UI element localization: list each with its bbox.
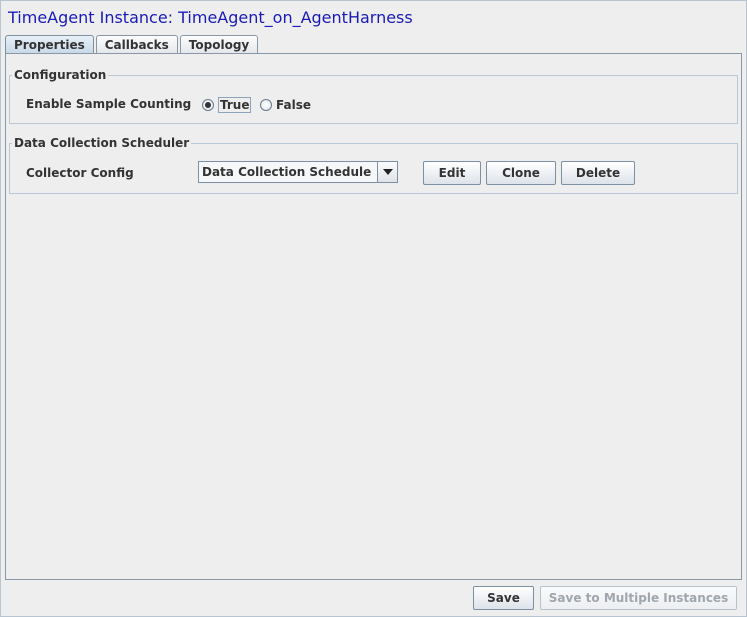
configuration-group: Configuration: [9, 68, 738, 124]
radio-unselected-icon[interactable]: [260, 99, 272, 111]
radio-false[interactable]: False: [260, 97, 311, 113]
delete-button[interactable]: Delete: [561, 161, 635, 185]
edit-button[interactable]: Edit: [423, 161, 481, 185]
sample-counting-label: Enable Sample Counting: [26, 97, 192, 111]
collector-config-label: Collector Config: [26, 166, 134, 180]
chevron-down-icon: [382, 169, 393, 175]
tab-topology[interactable]: Topology: [179, 35, 259, 54]
clone-button[interactable]: Clone: [486, 161, 556, 185]
tab-bar: Properties Callbacks Topology: [5, 35, 260, 54]
collector-config-value[interactable]: Data Collection Schedule: [199, 162, 377, 182]
radio-true-label[interactable]: True: [218, 97, 252, 113]
radio-false-label[interactable]: False: [276, 98, 311, 112]
save-multiple-button[interactable]: Save to Multiple Instances: [540, 586, 737, 610]
window-title: TimeAgent Instance: TimeAgent_on_AgentHa…: [8, 8, 413, 27]
save-button[interactable]: Save: [473, 586, 534, 610]
configuration-legend: Configuration: [14, 68, 107, 82]
tab-callbacks[interactable]: Callbacks: [95, 35, 178, 54]
radio-true[interactable]: True: [202, 97, 252, 113]
radio-selected-icon[interactable]: [202, 99, 214, 111]
dropdown-arrow-button[interactable]: [377, 162, 397, 182]
collector-config-select[interactable]: Data Collection Schedule: [198, 161, 398, 183]
tab-properties[interactable]: Properties: [5, 35, 94, 54]
scheduler-legend: Data Collection Scheduler: [14, 136, 190, 150]
properties-panel: Configuration Enable Sample Counting Tru…: [5, 53, 742, 580]
window-frame: TimeAgent Instance: TimeAgent_on_AgentHa…: [0, 0, 747, 617]
